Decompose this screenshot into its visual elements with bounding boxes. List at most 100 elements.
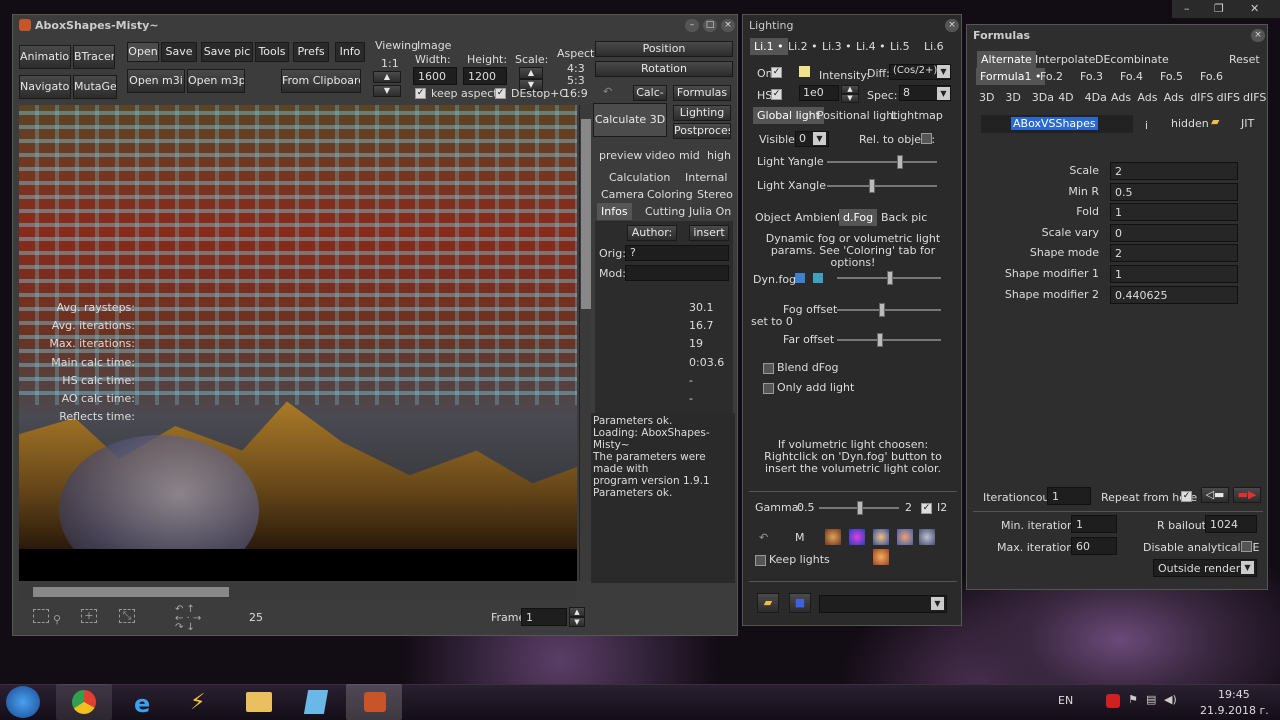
tab-lightmap[interactable]: Lightmap [887, 107, 947, 124]
param-input[interactable]: 0.440625 [1110, 285, 1238, 304]
explorer-icon[interactable] [230, 684, 286, 720]
fog-offset-thumb[interactable] [879, 303, 885, 317]
param-input[interactable]: 1 [1110, 265, 1238, 283]
frame-input[interactable]: 1 [521, 608, 567, 626]
preset-thumb-6[interactable] [873, 549, 889, 565]
tab-ambient[interactable]: Ambient [791, 209, 845, 226]
navigator-button[interactable]: Navigator [19, 75, 71, 99]
hs-down-button[interactable]: ▼ [841, 94, 859, 103]
language-indicator[interactable]: EN [1058, 694, 1073, 707]
formula-name-box[interactable]: ABoxVSShapes [981, 115, 1133, 133]
m-label[interactable]: M [795, 531, 805, 544]
orig-input[interactable]: ? [625, 245, 729, 261]
light-tab[interactable]: Li.3 • [818, 38, 856, 55]
scroll-thumb-v[interactable] [581, 119, 591, 309]
next-formula-button[interactable]: ▬▶ [1233, 487, 1261, 503]
param-input[interactable]: 2 [1110, 162, 1238, 180]
formula-type-tab[interactable]: dIFS [1189, 89, 1214, 106]
xangle-slider[interactable] [827, 179, 937, 193]
formula-type-tab[interactable]: 3Da [1031, 89, 1055, 106]
param-input[interactable]: 0 [1110, 223, 1238, 242]
tab-object[interactable]: Object [751, 209, 795, 226]
viewing-down-button[interactable]: ▼ [373, 85, 401, 97]
from-clipboard-button[interactable]: From Clipboard [281, 69, 361, 93]
save-pic-button[interactable]: Save pic [201, 42, 253, 62]
formulas-close-icon[interactable]: × [1251, 29, 1265, 42]
param-input[interactable]: 1 [1110, 203, 1238, 222]
xangle-thumb[interactable] [869, 179, 875, 193]
i2-checkbox[interactable]: ✓ [921, 503, 932, 514]
max-iter-input[interactable]: 60 [1071, 537, 1117, 555]
lighting-button[interactable]: Lighting [673, 105, 731, 121]
formula-type-tab[interactable]: Ads [1136, 89, 1158, 106]
frame-up-button[interactable]: ▲ [569, 607, 585, 617]
bg-close-icon[interactable]: ✕ [1250, 2, 1259, 15]
light-tab[interactable]: Li.2 • [784, 38, 822, 55]
quality-high[interactable]: high [707, 149, 731, 162]
tab-decombinate[interactable]: DEcombinate [1091, 51, 1173, 68]
clock-date[interactable]: 21.9.2018 г. [1200, 704, 1269, 717]
rotation-button[interactable]: Rotation [595, 61, 733, 77]
on-checkbox[interactable]: ✓ [771, 67, 782, 78]
preset-dropdown-icon[interactable]: ▼ [931, 597, 944, 610]
param-input[interactable]: 0.5 [1110, 182, 1238, 201]
tools-button[interactable]: Tools [255, 42, 289, 62]
hs-input[interactable]: 1e0 [799, 85, 839, 101]
far-offset-slider[interactable] [837, 333, 941, 347]
hs-checkbox[interactable]: ✓ [771, 89, 782, 100]
iterationcount-input[interactable]: 1 [1047, 487, 1091, 505]
formula-name[interactable]: ABoxVSShapes [1011, 117, 1098, 130]
light-tab[interactable]: Li.1 • [750, 38, 788, 55]
step-value[interactable]: 25 [249, 611, 263, 624]
preset-thumb-1[interactable] [825, 529, 841, 545]
preset-thumb-4[interactable] [897, 529, 913, 545]
dyn-fog-label[interactable]: Dyn.fog [753, 273, 796, 286]
lighting-titlebar[interactable]: Lighting [743, 15, 961, 37]
destop-c-checkbox[interactable]: ✓ [495, 88, 506, 99]
clock-time[interactable]: 19:45 [1218, 688, 1250, 701]
light-tab[interactable]: Li.4 • [852, 38, 890, 55]
rel-object-checkbox[interactable] [921, 133, 932, 144]
formula-type-tab[interactable]: 3D [1004, 89, 1021, 106]
only-add-light-checkbox[interactable] [763, 383, 774, 394]
start-button-icon[interactable] [6, 686, 40, 718]
reset-button[interactable]: Reset [1225, 51, 1264, 68]
yangle-slider[interactable] [827, 155, 937, 169]
undo-icon[interactable]: ↶ [603, 85, 612, 98]
formulas-titlebar[interactable]: Formulas [967, 25, 1267, 47]
diff-dropdown-icon[interactable]: ▼ [937, 65, 950, 78]
scroll-thumb-h[interactable] [33, 587, 229, 597]
outside-render-dropdown-icon[interactable]: ▼ [1241, 561, 1254, 574]
calculate-3d-button[interactable]: Calculate 3D [593, 103, 667, 137]
select-tool-icon[interactable] [33, 609, 49, 623]
move-arrows-icon[interactable]: ↶ ↑ ← · → ↷ ↓ [175, 605, 201, 633]
network-tray-icon[interactable]: ▤ [1146, 693, 1156, 706]
maximize-icon[interactable]: □ [703, 19, 717, 32]
aspect-5-3[interactable]: 5:3 [567, 74, 585, 87]
prev-formula-button[interactable]: ◁▬ [1201, 487, 1229, 503]
param-input[interactable]: 2 [1110, 244, 1238, 263]
hidden-label[interactable]: hidden [1171, 117, 1209, 130]
tab-julia-on[interactable]: Julia On [685, 203, 735, 220]
tab-cutting[interactable]: Cutting [641, 203, 689, 220]
min-iter-input[interactable]: 1 [1071, 515, 1117, 533]
main-titlebar[interactable]: AboxShapes-Misty~ [13, 15, 737, 37]
tab-infos[interactable]: Infos [597, 203, 632, 220]
calc-button[interactable]: Calc- [633, 85, 667, 101]
quality-preview[interactable]: preview [599, 149, 642, 162]
formula-type-tab[interactable]: Ads [1163, 89, 1185, 106]
resize-icon[interactable]: ⤡ [119, 609, 135, 623]
volume-tray-icon[interactable]: ◀) [1164, 693, 1177, 706]
formula-type-tab[interactable]: Ads [1110, 89, 1132, 106]
btracer-button[interactable]: BTracer [73, 45, 115, 69]
crosshair-icon[interactable]: + [81, 609, 97, 623]
open-folder-icon[interactable]: ▰ [757, 593, 779, 613]
mutagen-button[interactable]: MutaGen [73, 75, 117, 99]
open-m3p-button[interactable]: Open m3p [187, 69, 245, 93]
tab-dfog[interactable]: d.Fog [839, 209, 878, 226]
preset-thumb-3[interactable] [873, 529, 889, 545]
disable-de-checkbox[interactable] [1241, 541, 1252, 552]
formula-type-tab[interactable]: dIFS [1216, 89, 1241, 106]
undo-light-icon[interactable]: ↶ [759, 531, 768, 544]
dyn-fog-color-1[interactable] [795, 273, 805, 283]
